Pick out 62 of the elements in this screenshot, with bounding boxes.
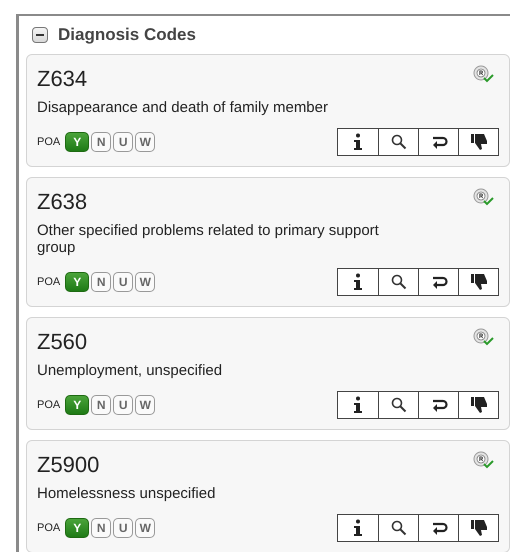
poa-option[interactable]: W (135, 132, 156, 152)
search-icon (390, 520, 406, 536)
poa-option[interactable]: Y (65, 518, 90, 538)
panel-title: Diagnosis Codes (58, 25, 196, 45)
info-button[interactable] (338, 269, 378, 295)
poa-option[interactable]: U (113, 518, 134, 538)
registered-check-icon (473, 65, 495, 85)
thumbs-down-icon (470, 133, 488, 151)
registered-check-icon (473, 451, 495, 471)
collapse-button[interactable] (32, 27, 48, 43)
thumbs-down-icon (470, 396, 488, 414)
code-description: Unemployment, unspecified (37, 362, 224, 379)
thumbs-down-button[interactable] (458, 515, 498, 541)
poa-option[interactable]: U (113, 132, 134, 152)
poa-label: POA (37, 276, 60, 288)
info-button[interactable] (338, 129, 378, 155)
thumbs-down-button[interactable] (458, 392, 498, 418)
info-button[interactable] (338, 392, 378, 418)
search-button[interactable] (378, 269, 418, 295)
registered-check-icon (473, 328, 495, 348)
return-button[interactable] (418, 515, 458, 541)
poa-option[interactable]: U (113, 272, 134, 292)
code-description: Other specified problems related to primary support group (37, 222, 380, 256)
poa-option[interactable]: Y (65, 272, 90, 292)
thumbs-down-icon (470, 273, 488, 291)
code-description: Disappearance and death of family member (37, 99, 329, 116)
poa-label: POA (37, 136, 60, 148)
diagnosis-code: Z638 (37, 188, 88, 216)
poa-option[interactable]: U (113, 395, 134, 415)
search-icon (390, 134, 406, 150)
poa-option[interactable]: W (135, 395, 156, 415)
info-icon (353, 133, 363, 151)
poa-option[interactable]: N (91, 272, 112, 292)
diagnosis-code: Z560 (37, 328, 88, 356)
thumbs-down-icon (470, 519, 488, 537)
thumbs-down-button[interactable] (458, 129, 498, 155)
poa-option[interactable]: N (91, 132, 112, 152)
return-button[interactable] (418, 392, 458, 418)
info-icon (353, 273, 363, 291)
info-button[interactable] (338, 515, 378, 541)
search-button[interactable] (378, 129, 418, 155)
poa-label: POA (37, 399, 60, 411)
poa-option[interactable]: N (91, 518, 112, 538)
registered-check-icon (473, 188, 495, 208)
search-icon (390, 274, 406, 290)
poa-label: POA (37, 522, 60, 534)
poa-option[interactable]: Y (65, 132, 90, 152)
diagnosis-code: Z5900 (37, 451, 100, 479)
return-button[interactable] (418, 129, 458, 155)
search-icon (390, 397, 406, 413)
code-description: Homelessness unspecified (37, 485, 216, 502)
info-icon (353, 519, 363, 537)
thumbs-down-button[interactable] (458, 269, 498, 295)
poa-option[interactable]: W (135, 518, 156, 538)
poa-option[interactable]: N (91, 395, 112, 415)
return-button[interactable] (418, 269, 458, 295)
search-button[interactable] (378, 392, 418, 418)
info-icon (353, 396, 363, 414)
search-button[interactable] (378, 515, 418, 541)
poa-option[interactable]: W (135, 272, 156, 292)
poa-option[interactable]: Y (65, 395, 90, 415)
diagnosis-code: Z634 (37, 65, 88, 93)
